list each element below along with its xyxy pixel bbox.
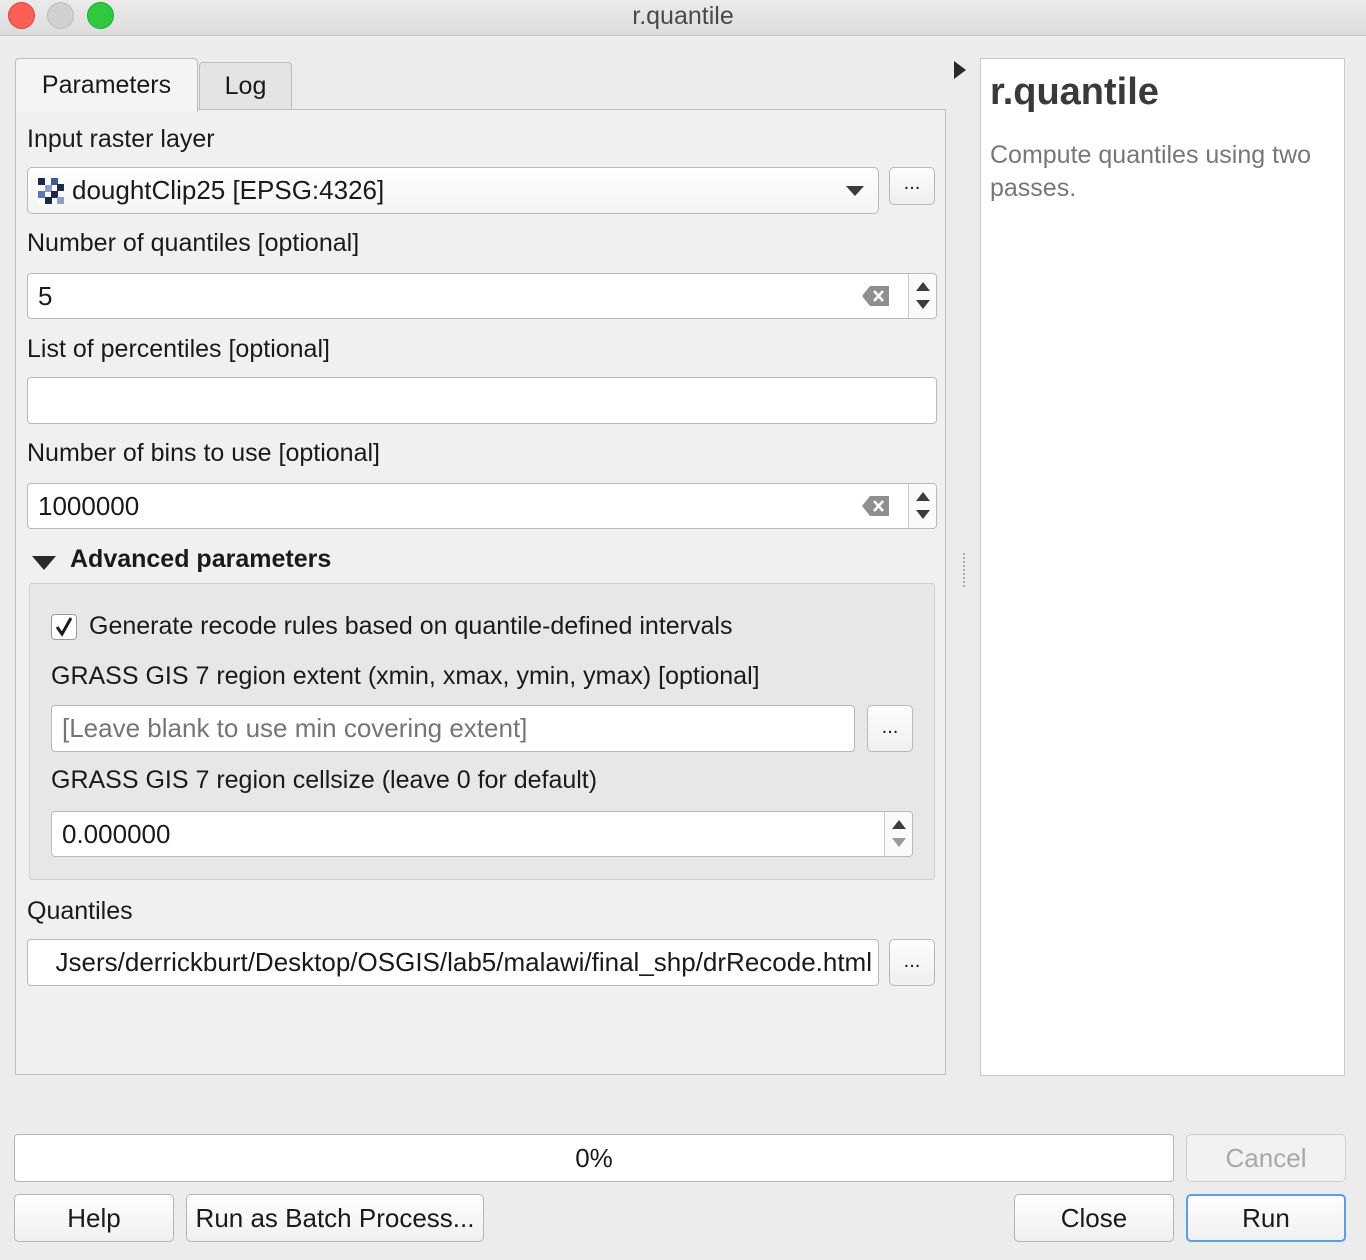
input-raster-combobox[interactable]: doughtClip25 [EPSG:4326] <box>27 167 879 214</box>
quantiles-count-value: 5 <box>38 280 53 311</box>
advanced-parameters-title: Advanced parameters <box>70 545 332 573</box>
progress-bar: 0% <box>14 1134 1174 1182</box>
parameters-panel: Input raster layer doughtClip25 [EPSG:43… <box>15 109 946 1075</box>
output-quantiles-value: Jsers/derrickburt/Desktop/OSGIS/lab5/mal… <box>55 947 872 977</box>
output-quantiles-label: Quantiles <box>27 897 133 925</box>
bins-field[interactable]: 1000000 <box>27 483 937 529</box>
cancel-button[interactable]: Cancel <box>1186 1134 1346 1182</box>
advanced-parameters-toggle[interactable]: Advanced parameters <box>30 543 430 579</box>
region-cellsize-value: 0.000000 <box>62 818 171 849</box>
percentiles-label: List of percentiles [optional] <box>27 335 330 363</box>
percentiles-field[interactable] <box>27 377 937 424</box>
close-button[interactable]: Close <box>1014 1194 1174 1242</box>
region-cellsize-field[interactable]: 0.000000 <box>51 811 913 857</box>
region-extent-button[interactable]: ... <box>867 705 913 752</box>
bins-label: Number of bins to use [optional] <box>27 439 380 467</box>
clear-field-icon[interactable] <box>862 495 890 517</box>
input-raster-value: doughtClip25 [EPSG:4326] <box>72 175 385 205</box>
recode-rules-checkbox[interactable] <box>51 614 77 640</box>
output-quantiles-field[interactable]: Jsers/derrickburt/Desktop/OSGIS/lab5/mal… <box>27 939 879 986</box>
input-raster-browse-button[interactable]: ... <box>889 167 935 205</box>
region-cellsize-stepper[interactable] <box>884 812 912 856</box>
help-description: Compute quantiles using two passes. <box>990 141 1312 202</box>
window-titlebar: r.quantile <box>0 0 1366 36</box>
tab-parameters[interactable]: Parameters <box>15 58 198 112</box>
tab-log[interactable]: Log <box>199 62 292 110</box>
bins-value: 1000000 <box>38 490 140 521</box>
run-batch-button[interactable]: Run as Batch Process... <box>186 1194 484 1242</box>
raster-layer-icon <box>38 177 64 204</box>
input-raster-label: Input raster layer <box>27 125 215 153</box>
algorithm-help-panel: r.quantile Compute quantiles using two p… <box>980 58 1345 1076</box>
bins-stepper[interactable] <box>908 484 936 528</box>
checkmark-icon <box>55 617 73 637</box>
region-extent-input[interactable] <box>51 705 855 752</box>
clear-field-icon[interactable] <box>862 285 890 307</box>
help-button[interactable]: Help <box>14 1194 174 1242</box>
region-cellsize-label: GRASS GIS 7 region cellsize (leave 0 for… <box>51 766 598 794</box>
progress-label: 0% <box>575 1142 613 1173</box>
quantiles-count-field[interactable]: 5 <box>27 273 937 319</box>
run-button[interactable]: Run <box>1186 1194 1346 1242</box>
quantiles-count-stepper[interactable] <box>908 274 936 318</box>
window-title: r.quantile <box>632 2 734 30</box>
help-title: r.quantile <box>990 71 1159 113</box>
chevron-down-icon <box>846 186 864 196</box>
region-extent-label: GRASS GIS 7 region extent (xmin, xmax, y… <box>51 662 760 690</box>
quantiles-count-label: Number of quantiles [optional] <box>27 229 360 257</box>
triangle-down-icon <box>32 556 56 570</box>
panel-splitter-handle[interactable] <box>963 553 969 587</box>
advanced-parameters-group: Generate recode rules based on quantile-… <box>29 583 935 880</box>
recode-rules-label: Generate recode rules based on quantile-… <box>89 612 733 640</box>
output-quantiles-browse-button[interactable]: ... <box>889 939 935 986</box>
triangle-right-icon[interactable] <box>954 61 966 79</box>
